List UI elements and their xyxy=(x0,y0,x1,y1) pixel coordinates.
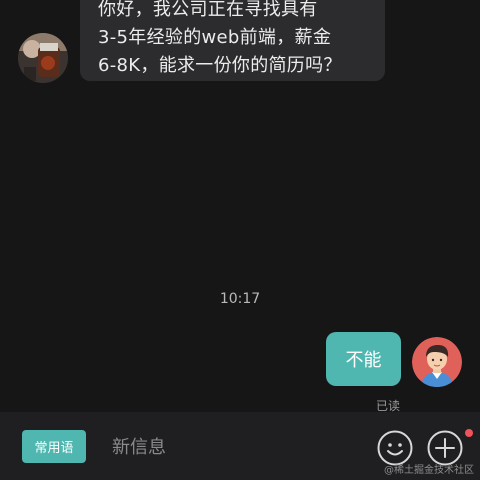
incoming-message-line: 6-8K，能求一份你的简历吗？ xyxy=(98,55,342,76)
notification-dot xyxy=(465,429,473,437)
watermark-text: @稀土掘金技术社区 xyxy=(384,465,474,476)
sender-avatar[interactable] xyxy=(18,33,68,83)
message-timestamp: 10:17 xyxy=(219,291,261,307)
incoming-message-bubble[interactable]: 你好，我公司正在寻找具有 3-5年经验的web前端，薪金 6-8K，能求一份你的… xyxy=(80,0,385,81)
message-input[interactable] xyxy=(112,432,352,462)
outgoing-message-text: 不能 xyxy=(345,350,382,371)
incoming-message-line: 你好，我公司正在寻找具有 xyxy=(98,0,318,20)
common-phrases-button[interactable]: 常用语 xyxy=(22,430,86,463)
user-avatar-image xyxy=(412,337,462,387)
sender-avatar-image xyxy=(18,33,68,83)
chat-area: 你好，我公司正在寻找具有 3-5年经验的web前端，薪金 6-8K，能求一份你的… xyxy=(0,0,480,413)
incoming-message-line: 3-5年经验的web前端，薪金 xyxy=(98,27,332,48)
user-avatar[interactable] xyxy=(412,337,462,387)
outgoing-message-bubble[interactable]: 不能 xyxy=(326,332,401,386)
